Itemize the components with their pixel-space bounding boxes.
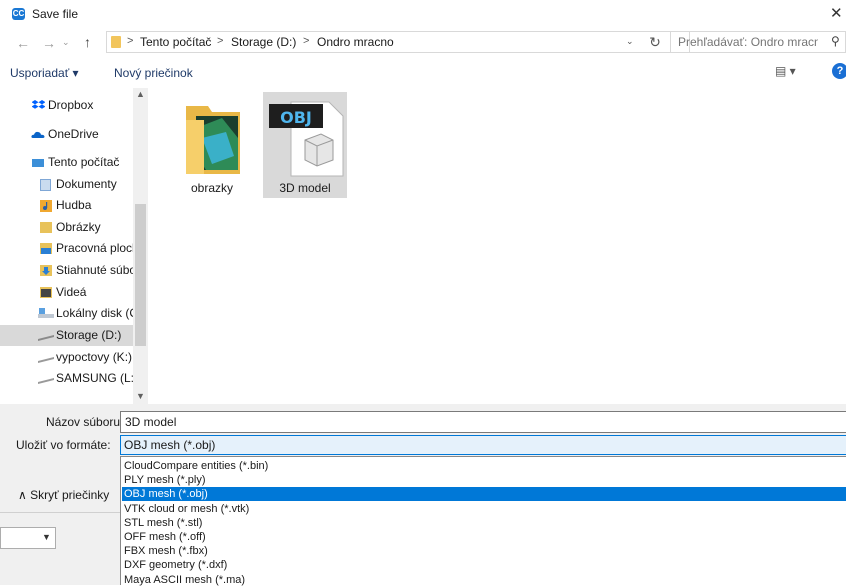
filetype-label: Uložiť vo formáte:: [16, 438, 111, 452]
obj-file-icon: OBJ: [267, 98, 345, 181]
pictures-icon: [40, 222, 52, 233]
search-icon[interactable]: ⚲: [831, 34, 840, 48]
back-button[interactable]: ←: [16, 35, 30, 51]
title-bar: [0, 0, 846, 28]
music-icon: [40, 200, 52, 212]
nav-item-label: Obrázky: [56, 220, 101, 234]
file-name: obrazky: [190, 181, 234, 195]
filetype-dropdown-list[interactable]: CloudCompare entities (*.bin) PLY mesh (*…: [120, 456, 846, 587]
app-icon: CC: [12, 8, 25, 20]
filetype-option[interactable]: FBX mesh (*.fbx): [122, 544, 846, 558]
scroll-down-arrow-icon[interactable]: ▼: [136, 391, 145, 401]
documents-icon: [40, 179, 51, 191]
view-options-button[interactable]: ▤ ▾: [775, 64, 796, 78]
nav-item-label: OneDrive: [48, 127, 99, 141]
nav-item-pictures[interactable]: Obrázky: [0, 217, 148, 238]
nav-scroll-thumb[interactable]: [135, 204, 146, 346]
file-item-3d-model[interactable]: OBJ 3D model: [263, 92, 347, 198]
nav-item-dropbox[interactable]: Dropbox: [0, 95, 148, 116]
videos-icon: [40, 287, 52, 298]
nav-item-this-pc[interactable]: Tento počítač: [0, 152, 148, 173]
up-button[interactable]: ↑: [84, 34, 91, 50]
nav-item-label: Videá: [56, 285, 87, 299]
nav-item-videos[interactable]: Videá: [0, 282, 148, 303]
drive-c-icon: [38, 308, 54, 319]
nav-item-label: SAMSUNG (L:): [56, 371, 139, 385]
breadcrumb-separator: >: [303, 35, 310, 47]
filetype-option[interactable]: DXF geometry (*.dxf): [122, 558, 846, 572]
nav-item-label: Dokumenty: [56, 177, 117, 191]
nav-item-downloads[interactable]: Stiahnuté súbory: [0, 260, 148, 281]
filetype-option[interactable]: STL mesh (*.stl): [122, 516, 846, 530]
nav-item-drive-l[interactable]: SAMSUNG (L:): [0, 368, 148, 389]
nav-item-label: vypoctovy (K:): [56, 350, 133, 364]
breadcrumb-current-folder[interactable]: Ondro mracno: [317, 35, 394, 49]
nav-item-label: Hudba: [56, 198, 92, 212]
filetype-selected-value: OBJ mesh (*.obj): [124, 438, 216, 452]
filetype-select[interactable]: OBJ mesh (*.obj): [120, 435, 846, 455]
folder-item[interactable]: obrazky: [170, 92, 254, 198]
search-box[interactable]: ⚲: [670, 31, 846, 53]
filetype-option[interactable]: OFF mesh (*.off): [122, 530, 846, 544]
folder-icon: [111, 36, 121, 48]
chevron-down-icon[interactable]: ▼: [42, 532, 51, 542]
recent-locations-button[interactable]: ⌄: [62, 37, 70, 48]
chevron-down-icon[interactable]: ⌄: [626, 36, 634, 47]
nav-item-storage-d[interactable]: Storage (D:): [0, 325, 148, 346]
filetype-option[interactable]: Maya ASCII mesh (*.ma): [122, 573, 846, 587]
nav-item-drive-c[interactable]: Lokálny disk (C:): [0, 303, 148, 324]
desktop-icon: [40, 243, 52, 254]
filename-input[interactable]: [125, 415, 825, 429]
nav-item-label: Lokálny disk (C:): [56, 306, 146, 320]
refresh-button[interactable]: ↻: [644, 31, 666, 53]
breadcrumb-separator: >: [127, 35, 134, 47]
filename-field[interactable]: [120, 411, 846, 433]
folder-icon: [182, 98, 244, 181]
close-button[interactable]: ✕: [830, 4, 846, 24]
obj-badge-label: OBJ: [280, 108, 312, 127]
breadcrumb-this-pc[interactable]: Tento počítač: [140, 35, 211, 49]
nav-item-desktop[interactable]: Pracovná plocha: [0, 238, 148, 259]
breadcrumb-separator: >: [217, 35, 224, 47]
file-name: 3D model: [279, 181, 331, 195]
filetype-option[interactable]: PLY mesh (*.ply): [122, 473, 846, 487]
filetype-option[interactable]: OBJ mesh (*.obj): [122, 487, 846, 502]
nav-item-label: Tento počítač: [48, 155, 120, 169]
scroll-up-arrow-icon[interactable]: ▲: [136, 89, 145, 99]
nav-item-onedrive[interactable]: OneDrive: [0, 124, 148, 145]
filename-label: Názov súboru:: [46, 415, 124, 429]
nav-item-label: Dropbox: [48, 98, 94, 112]
new-folder-button[interactable]: Nový priečinok: [114, 66, 193, 80]
drive-icon: [38, 330, 54, 341]
address-bar[interactable]: > Tento počítač > Storage (D:) > Ondro m…: [106, 31, 690, 53]
nav-item-music[interactable]: Hudba: [0, 195, 148, 216]
navigation-pane: Dropbox OneDrive Tento počítač Dokumenty…: [0, 88, 148, 404]
organize-button[interactable]: Usporiadať ▾: [10, 66, 79, 80]
nav-item-documents[interactable]: Dokumenty: [0, 174, 148, 195]
downloads-icon: [40, 265, 52, 276]
divider: [0, 512, 120, 513]
file-list: obrazky OBJ 3D model: [148, 88, 846, 404]
help-button[interactable]: ?: [832, 63, 846, 79]
filetype-option[interactable]: CloudCompare entities (*.bin): [122, 459, 846, 473]
window-title: Save file: [32, 7, 79, 21]
drive-icon: [38, 352, 54, 363]
nav-item-drive-k[interactable]: vypoctovy (K:): [0, 347, 148, 368]
drive-icon: [38, 373, 54, 384]
search-input[interactable]: [678, 35, 818, 49]
nav-item-label: Pracovná plocha: [56, 241, 146, 255]
onedrive-icon: [31, 129, 45, 140]
forward-button[interactable]: →: [42, 35, 56, 51]
breadcrumb-storage[interactable]: Storage (D:): [231, 35, 296, 49]
filetype-option[interactable]: VTK cloud or mesh (*.vtk): [122, 502, 846, 516]
computer-icon: [32, 159, 44, 167]
hide-folders-button[interactable]: ∧ Skryť priečinky: [18, 488, 109, 502]
nav-item-label: Storage (D:): [56, 328, 122, 342]
dropbox-icon: [31, 100, 46, 111]
